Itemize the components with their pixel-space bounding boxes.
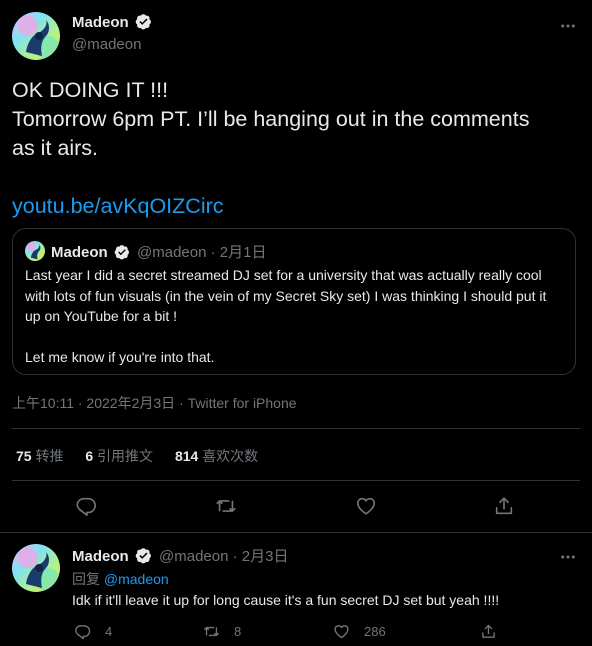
reply-icon	[76, 497, 96, 516]
quoted-header: Madeon @madeon · 2月1日	[51, 241, 266, 262]
reply-retweet-button[interactable]: 8	[203, 620, 241, 642]
quoted-tweet-card[interactable]: Madeon @madeon · 2月1日 Last year I did a …	[12, 228, 576, 375]
like-button[interactable]	[348, 488, 384, 524]
reply-reply-button[interactable]: 4	[74, 620, 112, 642]
likes-stat[interactable]: 814 喜欢次数	[175, 448, 258, 464]
avatar-image	[12, 12, 60, 60]
reply-more-button[interactable]	[556, 545, 580, 569]
author-avatar[interactable]	[12, 12, 60, 60]
reply-count: 4	[105, 623, 113, 639]
quoted-date: · 2月1日	[210, 244, 267, 261]
quoted-tweet-text: Last year I did a secret streamed DJ set…	[25, 265, 565, 368]
like-count: 286	[364, 623, 386, 639]
quoted-text-paragraph: Let me know if you're into that.	[25, 349, 215, 365]
reply-tweet-text: Idk if it'll leave it up for long cause …	[72, 592, 500, 608]
retweets-count: 75	[16, 448, 32, 464]
author-handle[interactable]: @madeon	[72, 36, 141, 53]
reply-header: Madeon @madeon · 2月3日	[72, 545, 288, 566]
tweet-link[interactable]: youtu.be/avKqOIZCirc	[12, 192, 582, 221]
tweet-stats: 75 转推 6 引用推文 814 喜欢次数	[16, 446, 276, 466]
reply-author-name[interactable]: Madeon	[72, 548, 129, 565]
like-icon	[356, 497, 376, 515]
likes-label: 喜欢次数	[202, 448, 259, 464]
tweet-text: OK DOING IT !!! Tomorrow 6pm PT. I’ll be…	[12, 76, 582, 221]
reply-author-avatar[interactable]	[12, 544, 60, 592]
verified-icon	[135, 14, 151, 30]
reply-button[interactable]	[68, 488, 104, 524]
verified-icon	[114, 244, 129, 260]
reply-icon	[75, 624, 91, 639]
divider	[12, 480, 580, 481]
author-name[interactable]: Madeon	[72, 14, 129, 31]
quoted-author-name: Madeon	[51, 244, 108, 261]
retweet-count: 8	[234, 623, 242, 639]
reply-date[interactable]: · 2月3日	[233, 548, 289, 565]
share-icon	[495, 497, 513, 515]
replying-to-line: 回复 @madeon	[72, 569, 169, 589]
share-button[interactable]	[486, 488, 522, 524]
replying-prefix: 回复	[72, 571, 100, 587]
reply-author-handle[interactable]: @madeon	[159, 548, 228, 565]
likes-count: 814	[174, 448, 199, 464]
reply-share-button[interactable]	[480, 620, 511, 642]
tweet-text-line: as it airs.	[12, 136, 99, 160]
quotes-stat[interactable]: 6 引用推文	[85, 448, 157, 464]
quotes-count: 6	[85, 448, 94, 464]
retweets-label: 转推	[35, 448, 64, 464]
share-icon	[482, 624, 495, 638]
more-icon	[561, 24, 575, 28]
replying-to-handle[interactable]: @madeon	[104, 571, 169, 587]
retweet-button[interactable]	[208, 488, 244, 524]
quotes-label: 引用推文	[97, 448, 154, 464]
tweet-text-line: Tomorrow 6pm PT. I’ll be hanging out in …	[12, 107, 530, 131]
retweet-icon	[204, 626, 219, 636]
quoted-text-paragraph: Last year I did a secret streamed DJ set…	[25, 267, 547, 324]
retweets-stat[interactable]: 75 转推	[16, 448, 67, 464]
verified-icon	[135, 548, 151, 564]
avatar-image	[12, 544, 60, 592]
reply-like-button[interactable]: 286	[333, 620, 386, 642]
like-icon	[334, 624, 349, 638]
tweet-text-line: OK DOING IT !!!	[12, 78, 169, 102]
quoted-author-handle: @madeon	[137, 244, 207, 261]
more-button[interactable]	[556, 14, 580, 38]
more-icon	[561, 555, 575, 559]
author-name-row: Madeon	[72, 14, 152, 31]
tweet-timestamp[interactable]: 上午10:11 · 2022年2月3日 · Twitter for iPhone	[12, 393, 297, 413]
avatar-image	[25, 241, 45, 261]
divider	[0, 532, 592, 533]
quoted-author-avatar	[25, 241, 45, 261]
divider	[12, 428, 580, 429]
retweet-icon	[216, 500, 236, 512]
